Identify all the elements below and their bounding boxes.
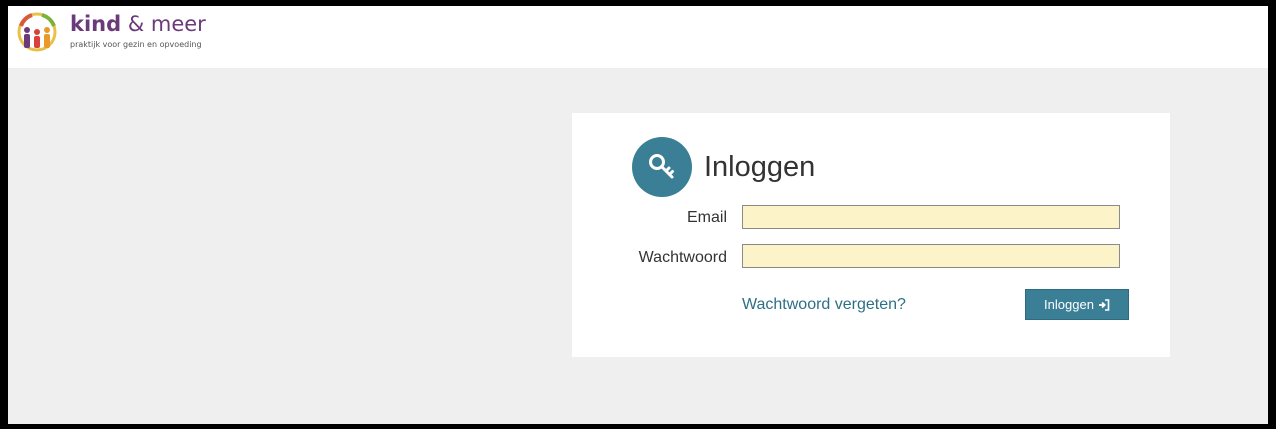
- password-label: Wachtwoord: [638, 249, 727, 266]
- login-card: Inloggen Email Wachtwoord Wachtwoord ver…: [572, 113, 1170, 357]
- site-header: kind & meer praktijk voor gezin en opvoe…: [8, 6, 1268, 68]
- page-title: Inloggen: [704, 151, 816, 183]
- family-logo-icon: [17, 12, 57, 52]
- password-field[interactable]: [742, 244, 1120, 268]
- logo-subtitle: praktijk voor gezin en opvoeding: [70, 40, 202, 49]
- email-label: Email: [686, 209, 727, 226]
- forgot-password-link[interactable]: Wachtwoord vergeten?: [742, 296, 906, 314]
- login-button-label: Inloggen: [1044, 297, 1094, 312]
- logo-title: kind & meer: [70, 12, 206, 36]
- site-logo[interactable]: kind & meer praktijk voor gezin en opvoe…: [12, 10, 232, 54]
- email-field[interactable]: [742, 205, 1120, 229]
- browser-viewport: kind & meer praktijk voor gezin en opvoe…: [8, 6, 1268, 424]
- login-button[interactable]: Inloggen: [1025, 289, 1129, 320]
- sign-in-icon: [1098, 298, 1110, 311]
- key-icon: [632, 137, 692, 197]
